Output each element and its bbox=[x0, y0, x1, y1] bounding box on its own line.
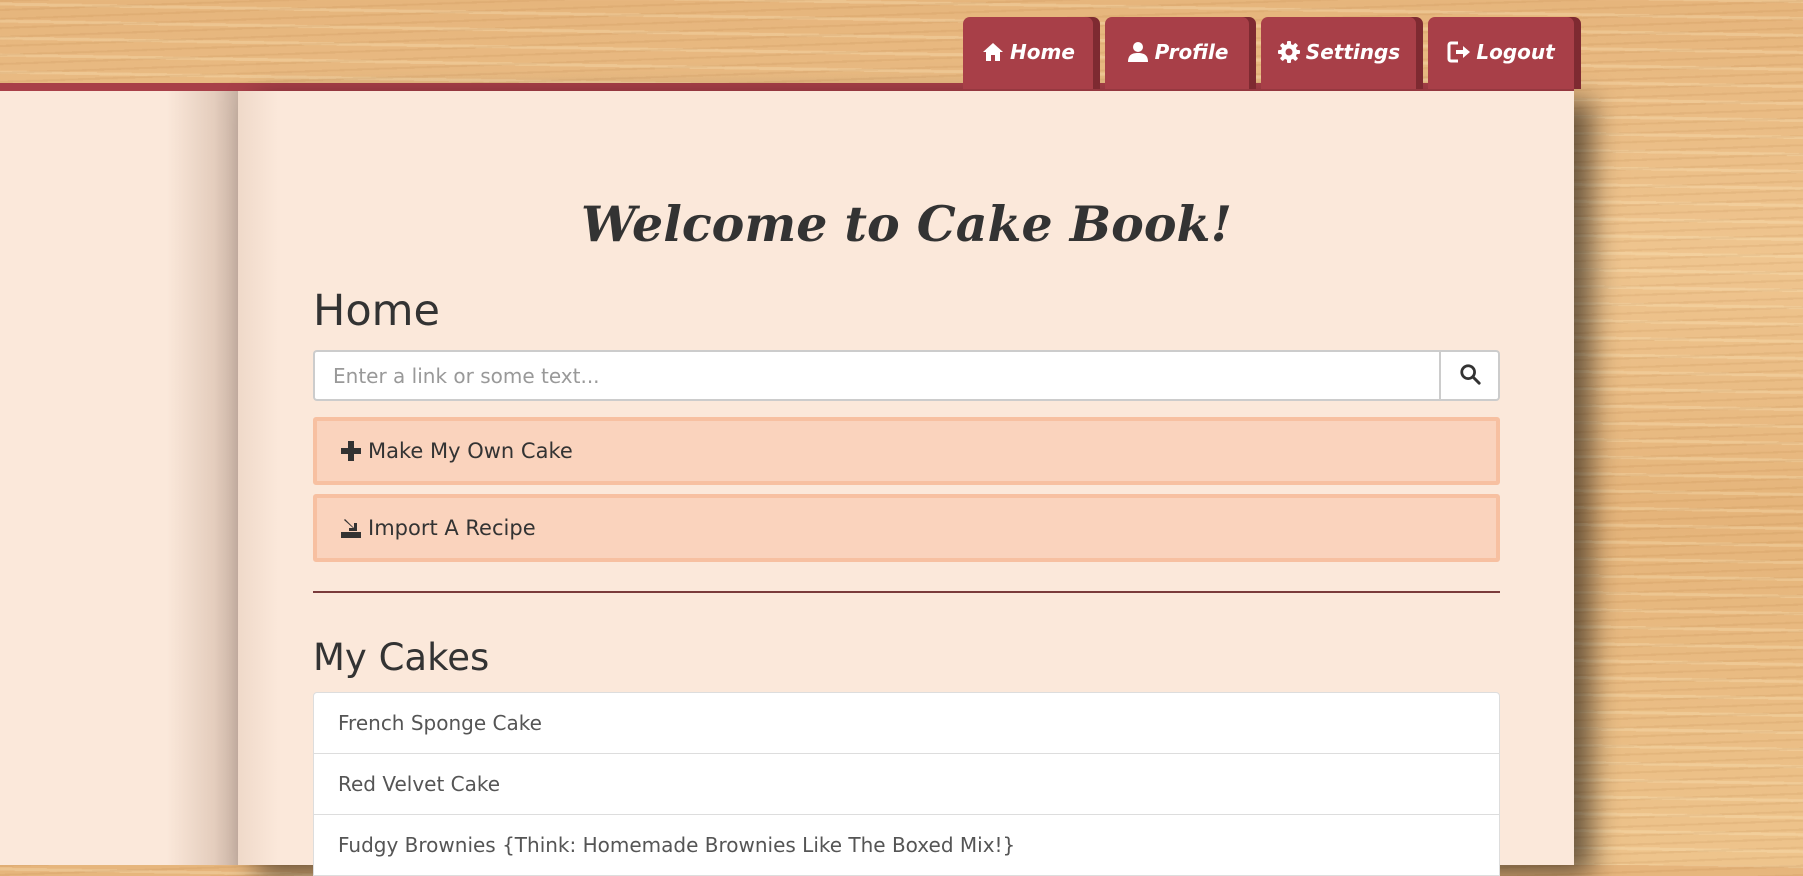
search-icon bbox=[1459, 363, 1481, 388]
make-own-cake-label: Make My Own Cake bbox=[368, 439, 573, 463]
search-input[interactable] bbox=[313, 350, 1439, 401]
user-icon bbox=[1126, 40, 1150, 64]
welcome-title: Welcome to Cake Book! bbox=[581, 195, 1232, 253]
plus-icon bbox=[340, 440, 362, 462]
page-title: Home bbox=[313, 286, 440, 336]
import-recipe-label: Import A Recipe bbox=[368, 516, 536, 540]
import-recipe-button[interactable]: Import A Recipe bbox=[313, 494, 1500, 562]
home-icon bbox=[981, 40, 1005, 64]
tab-home-label: Home bbox=[1010, 40, 1075, 64]
list-item[interactable]: French Sponge Cake bbox=[313, 692, 1500, 754]
tab-settings-label: Settings bbox=[1305, 40, 1401, 64]
import-icon bbox=[340, 517, 362, 539]
main-nav: Home Profile Settings Logout bbox=[963, 17, 1581, 89]
book-left-page bbox=[0, 91, 238, 865]
tab-profile-label: Profile bbox=[1154, 40, 1229, 64]
my-cakes-title: My Cakes bbox=[313, 636, 490, 679]
make-own-cake-button[interactable]: Make My Own Cake bbox=[313, 417, 1500, 485]
list-item[interactable]: Red Velvet Cake bbox=[313, 753, 1500, 815]
list-item[interactable]: Fudgy Brownies {Think: Homemade Brownies… bbox=[313, 814, 1500, 876]
search-bar bbox=[313, 350, 1500, 401]
section-divider bbox=[313, 591, 1500, 593]
tab-settings[interactable]: Settings bbox=[1261, 17, 1416, 89]
tab-home[interactable]: Home bbox=[963, 17, 1093, 89]
search-button[interactable] bbox=[1439, 350, 1500, 401]
tab-profile[interactable]: Profile bbox=[1105, 17, 1249, 89]
gear-icon bbox=[1277, 40, 1301, 64]
cake-list: French Sponge Cake Red Velvet Cake Fudgy… bbox=[313, 692, 1500, 876]
tab-logout[interactable]: Logout bbox=[1428, 17, 1574, 89]
tab-logout-label: Logout bbox=[1476, 40, 1555, 64]
logout-icon bbox=[1447, 40, 1471, 64]
